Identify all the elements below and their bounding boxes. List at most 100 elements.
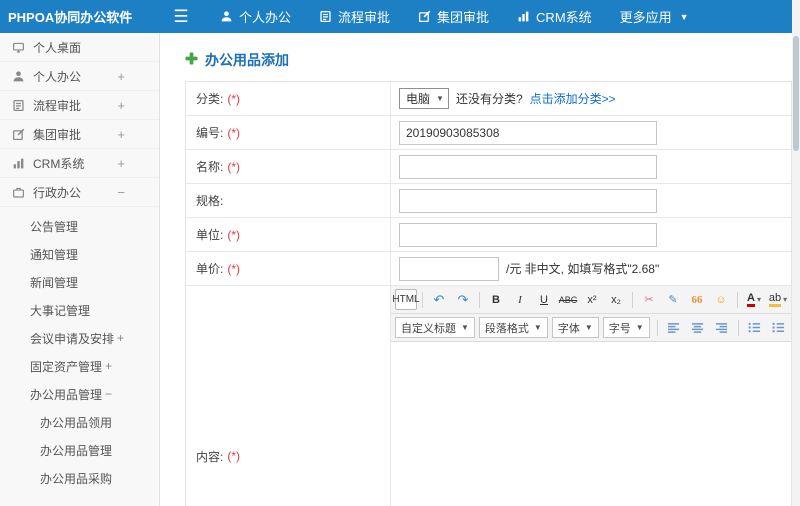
sidebar-item-label: 新闻管理 (30, 275, 79, 290)
font-family-select[interactable]: 字体 ▼ (551, 317, 599, 338)
nav-item-group-approval[interactable]: 集团审批 (404, 0, 503, 33)
toolbar-divider (656, 319, 658, 336)
underline-button[interactable]: U (533, 289, 555, 310)
unit-input[interactable] (399, 222, 657, 247)
sidebar-item-crm[interactable]: CRM系统 + (0, 149, 159, 178)
align-left-icon[interactable] (663, 317, 685, 338)
sidebar-item-personal-office[interactable]: 个人办公 + (0, 62, 159, 91)
form-row-price: 单价: (*) /元 非中文, 如填写格式"2.68" (186, 252, 791, 286)
desktop-icon (12, 41, 25, 54)
blockquote-button[interactable]: 66 (686, 289, 708, 310)
format-painter-button[interactable]: ✎ (662, 289, 684, 310)
person-icon (220, 10, 233, 23)
editor-content[interactable] (391, 342, 791, 506)
caret-down-icon: ▼ (584, 323, 593, 332)
add-category-link[interactable]: 点击添加分类>> (530, 90, 616, 107)
sidebar-item-announcement-mgmt[interactable]: 公告管理 (0, 212, 159, 240)
sidebar-item-label: 大事记管理 (30, 303, 91, 318)
highlight-color-button[interactable]: ab ▾ (767, 289, 789, 310)
sidebar-item-meeting-request[interactable]: 会议申请及安排 + (0, 324, 159, 352)
expand-toggle[interactable]: + (117, 156, 125, 171)
nav-item-label: 个人办公 (239, 10, 292, 25)
collapse-toggle[interactable]: − (117, 185, 125, 200)
unordered-list-icon[interactable] (744, 317, 766, 338)
align-right-icon[interactable] (711, 317, 733, 338)
sidebar-item-workflow-approval[interactable]: 流程审批 + (0, 91, 159, 120)
toolbar-divider (479, 291, 480, 308)
nav-item-more-apps[interactable]: 更多应用 ▼ (606, 0, 703, 33)
expand-toggle[interactable]: + (105, 359, 112, 373)
nav-item-personal-office[interactable]: 个人办公 (206, 0, 305, 33)
caret-down-icon: ▼ (533, 323, 542, 332)
category-hint: 还没有分类? (455, 92, 523, 106)
redo-button[interactable]: ↷ (452, 289, 474, 310)
hamburger-menu-icon[interactable]: ☰ (158, 0, 204, 33)
font-color-glyph: A (747, 292, 755, 307)
sidebar-item-office-supplies-mgmt[interactable]: 办公用品管理 − (0, 380, 159, 408)
superscript-button[interactable]: x² (581, 289, 603, 310)
field-label-cell: 单位: (*) (186, 218, 391, 251)
category-selected-value: 电脑 (406, 92, 431, 106)
form-row-name: 名称: (*) (186, 150, 791, 184)
app-window: PHPOA协同办公软件 ☰ 个人办公 流程审批 集团审批 CRM系统 更多应用 … (0, 0, 800, 506)
field-label: 名称: (196, 160, 224, 174)
sidebar-item-group-approval[interactable]: 集团审批 + (0, 120, 159, 149)
undo-button[interactable]: ↶ (428, 289, 450, 310)
expand-toggle[interactable]: + (117, 98, 125, 113)
sidebar-item-fixed-assets-mgmt[interactable]: 固定资产管理 + (0, 352, 159, 380)
page-title: 办公用品添加 (160, 33, 792, 81)
field-label: 分类: (196, 92, 224, 106)
remove-format-button[interactable]: ✂ (638, 289, 660, 310)
paragraph-format-select[interactable]: 段落格式 ▼ (478, 317, 548, 338)
price-input[interactable] (399, 256, 499, 281)
nav-item-label: CRM系统 (536, 10, 592, 25)
align-center-icon[interactable] (687, 317, 709, 338)
sidebar-item-label: 办公用品管理 (30, 387, 103, 402)
name-input[interactable] (399, 154, 657, 179)
field-label-cell: 编号: (*) (186, 116, 391, 149)
caret-down-icon: ▼ (461, 323, 469, 332)
sidebar-item-label: 通知管理 (30, 247, 79, 262)
sidebar-item-personal-desktop[interactable]: 个人桌面 (0, 33, 159, 62)
sidebar-item-memorabilia-mgmt[interactable]: 大事记管理 (0, 296, 159, 324)
sidebar-item-supplies-manage[interactable]: 办公用品管理 (0, 436, 159, 464)
subscript-button[interactable]: x₂ (605, 289, 627, 310)
sidebar-item-notice-mgmt[interactable]: 通知管理 (0, 240, 159, 268)
expand-toggle[interactable]: + (117, 127, 125, 142)
emoticon-button[interactable]: ☺ (710, 289, 732, 310)
page-title-text: 办公用品添加 (205, 52, 289, 68)
nav-item-workflow-approval[interactable]: 流程审批 (305, 0, 404, 33)
sidebar-item-news-mgmt[interactable]: 新闻管理 (0, 268, 159, 296)
app-logo: PHPOA协同办公软件 (8, 10, 133, 25)
field-label-cell: 单价: (*) (186, 252, 391, 285)
html-source-button[interactable]: HTML (392, 289, 420, 310)
sidebar-item-supplies-requisition[interactable]: 办公用品领用 (0, 408, 159, 436)
sidebar-item-admin-office[interactable]: 行政办公 − (0, 178, 159, 207)
scrollbar-thumb[interactable] (793, 36, 799, 151)
font-size-select[interactable]: 字号 ▼ (602, 317, 650, 338)
heading-select[interactable]: 自定义标题 ▼ (395, 317, 475, 338)
sidebar-item-label: 流程审批 (33, 98, 82, 113)
vertical-scrollbar[interactable] (792, 0, 800, 506)
collapse-toggle[interactable]: − (105, 387, 112, 401)
sidebar-item-label: 集团审批 (33, 127, 82, 142)
strikethrough-button[interactable]: ABC (557, 289, 579, 310)
bold-button[interactable]: B (485, 289, 507, 310)
expand-toggle[interactable]: + (117, 331, 124, 345)
sidebar-item-supplies-purchase[interactable]: 办公用品采购 (0, 464, 159, 492)
field-value-cell: /元 非中文, 如填写格式"2.68" (391, 252, 791, 285)
font-size-value: 字号 (608, 322, 631, 335)
category-select[interactable]: 电脑 ▼ (399, 88, 449, 109)
nav-item-crm[interactable]: CRM系统 (503, 0, 606, 33)
italic-button[interactable]: I (509, 289, 531, 310)
code-input[interactable] (399, 120, 657, 145)
field-label-cell: 名称: (*) (186, 150, 391, 183)
spec-input[interactable] (399, 188, 657, 213)
nav-item-label: 集团审批 (437, 10, 490, 25)
supply-add-form: 分类: (*) 电脑 ▼ 还没有分类? 点击添加分类>> 编号: (*) 201… (185, 81, 792, 506)
expand-toggle[interactable]: + (117, 69, 125, 84)
font-color-button[interactable]: A ▾ (743, 289, 765, 310)
sidebar-item-label: 公告管理 (30, 219, 79, 234)
caret-down-icon: ▾ (783, 295, 788, 304)
ordered-list-icon[interactable] (768, 317, 790, 338)
